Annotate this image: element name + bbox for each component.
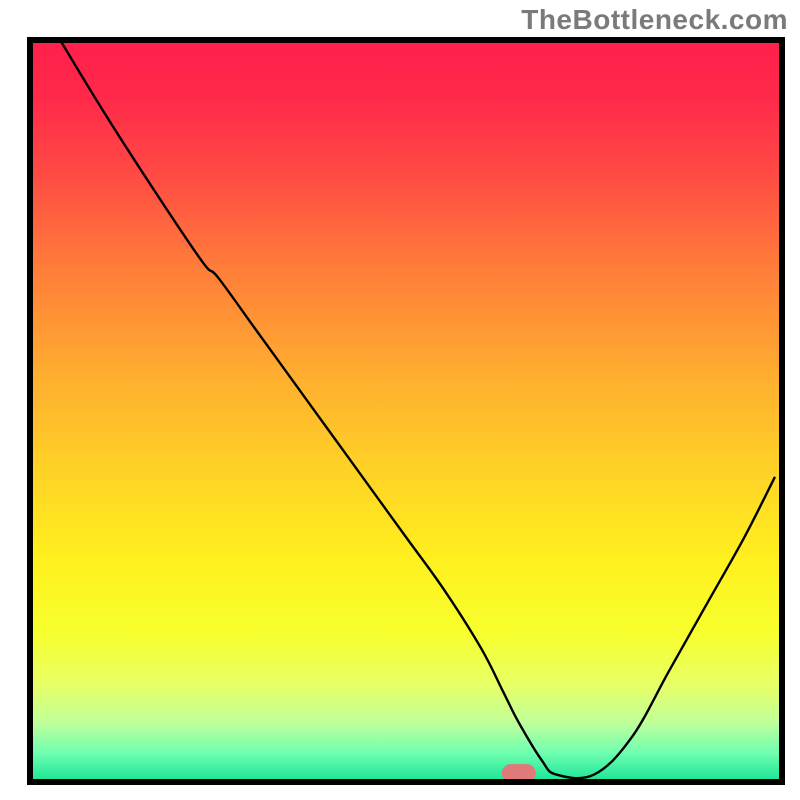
watermark-text: TheBottleneck.com bbox=[521, 4, 788, 36]
chart-container: TheBottleneck.com bbox=[0, 0, 800, 800]
bottleneck-chart bbox=[0, 0, 800, 800]
